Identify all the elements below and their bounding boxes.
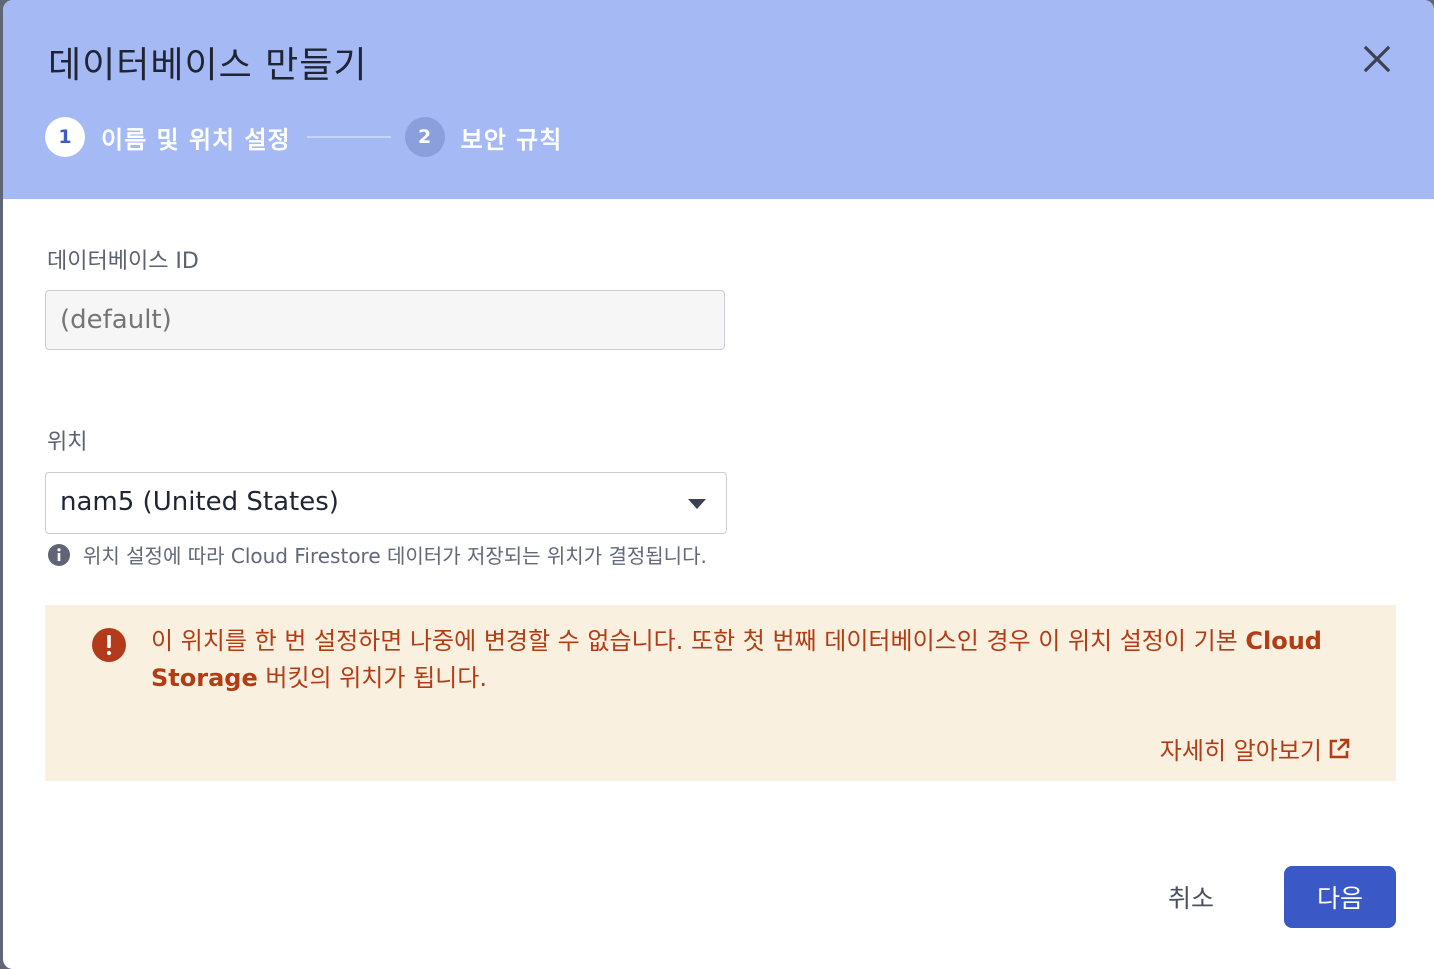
step-2-indicator: 2 [404,117,445,157]
database-id-input[interactable] [45,290,725,350]
dialog-title: 데이터베이스 만들기 [48,45,368,86]
location-hint: 위치 설정에 따라 Cloud Firestore 데이터가 저장되는 위치가 … [47,540,707,569]
location-selected-value: nam5 (United States) [60,487,339,517]
error-icon [92,628,126,662]
warning-banner: 이 위치를 한 번 설정하면 나중에 변경할 수 없습니다. 또한 첫 번째 데… [45,605,1396,781]
cancel-button[interactable]: 취소 [1133,866,1249,928]
learn-more-label: 자세히 알아보기 [1159,737,1322,765]
close-icon [1363,45,1391,73]
warning-text-part1: 이 위치를 한 번 설정하면 나중에 변경할 수 없습니다. 또한 첫 번째 데… [151,627,1246,655]
location-hint-text: 위치 설정에 따라 Cloud Firestore 데이터가 저장되는 위치가 … [83,544,707,568]
create-database-dialog: 데이터베이스 만들기 1 이름 및 위치 설정 2 보안 규칙 데이터베이스 I… [3,0,1434,969]
info-icon [48,543,70,566]
database-id-label: 데이터베이스 ID [47,249,199,274]
dialog-header: 데이터베이스 만들기 1 이름 및 위치 설정 2 보안 규칙 [3,0,1434,199]
step-connector [306,136,391,138]
close-button[interactable] [1355,38,1399,82]
next-button[interactable]: 다음 [1284,866,1396,928]
warning-text-part2: 버킷의 위치가 됩니다. [257,664,487,692]
stepper: 1 이름 및 위치 설정 2 보안 규칙 [45,116,562,158]
learn-more-link[interactable]: 자세히 알아보기 [1160,731,1352,766]
location-label: 위치 [47,430,88,455]
external-link-icon [1329,738,1350,758]
step-1-label: 이름 및 위치 설정 [101,125,291,154]
dropdown-arrow-icon [688,499,706,509]
step-1-indicator: 1 [45,117,85,157]
warning-message: 이 위치를 한 번 설정하면 나중에 변경할 수 없습니다. 또한 첫 번째 데… [151,623,1351,697]
location-select[interactable]: nam5 (United States) [45,472,727,534]
step-2-label: 보안 규칙 [460,125,563,154]
